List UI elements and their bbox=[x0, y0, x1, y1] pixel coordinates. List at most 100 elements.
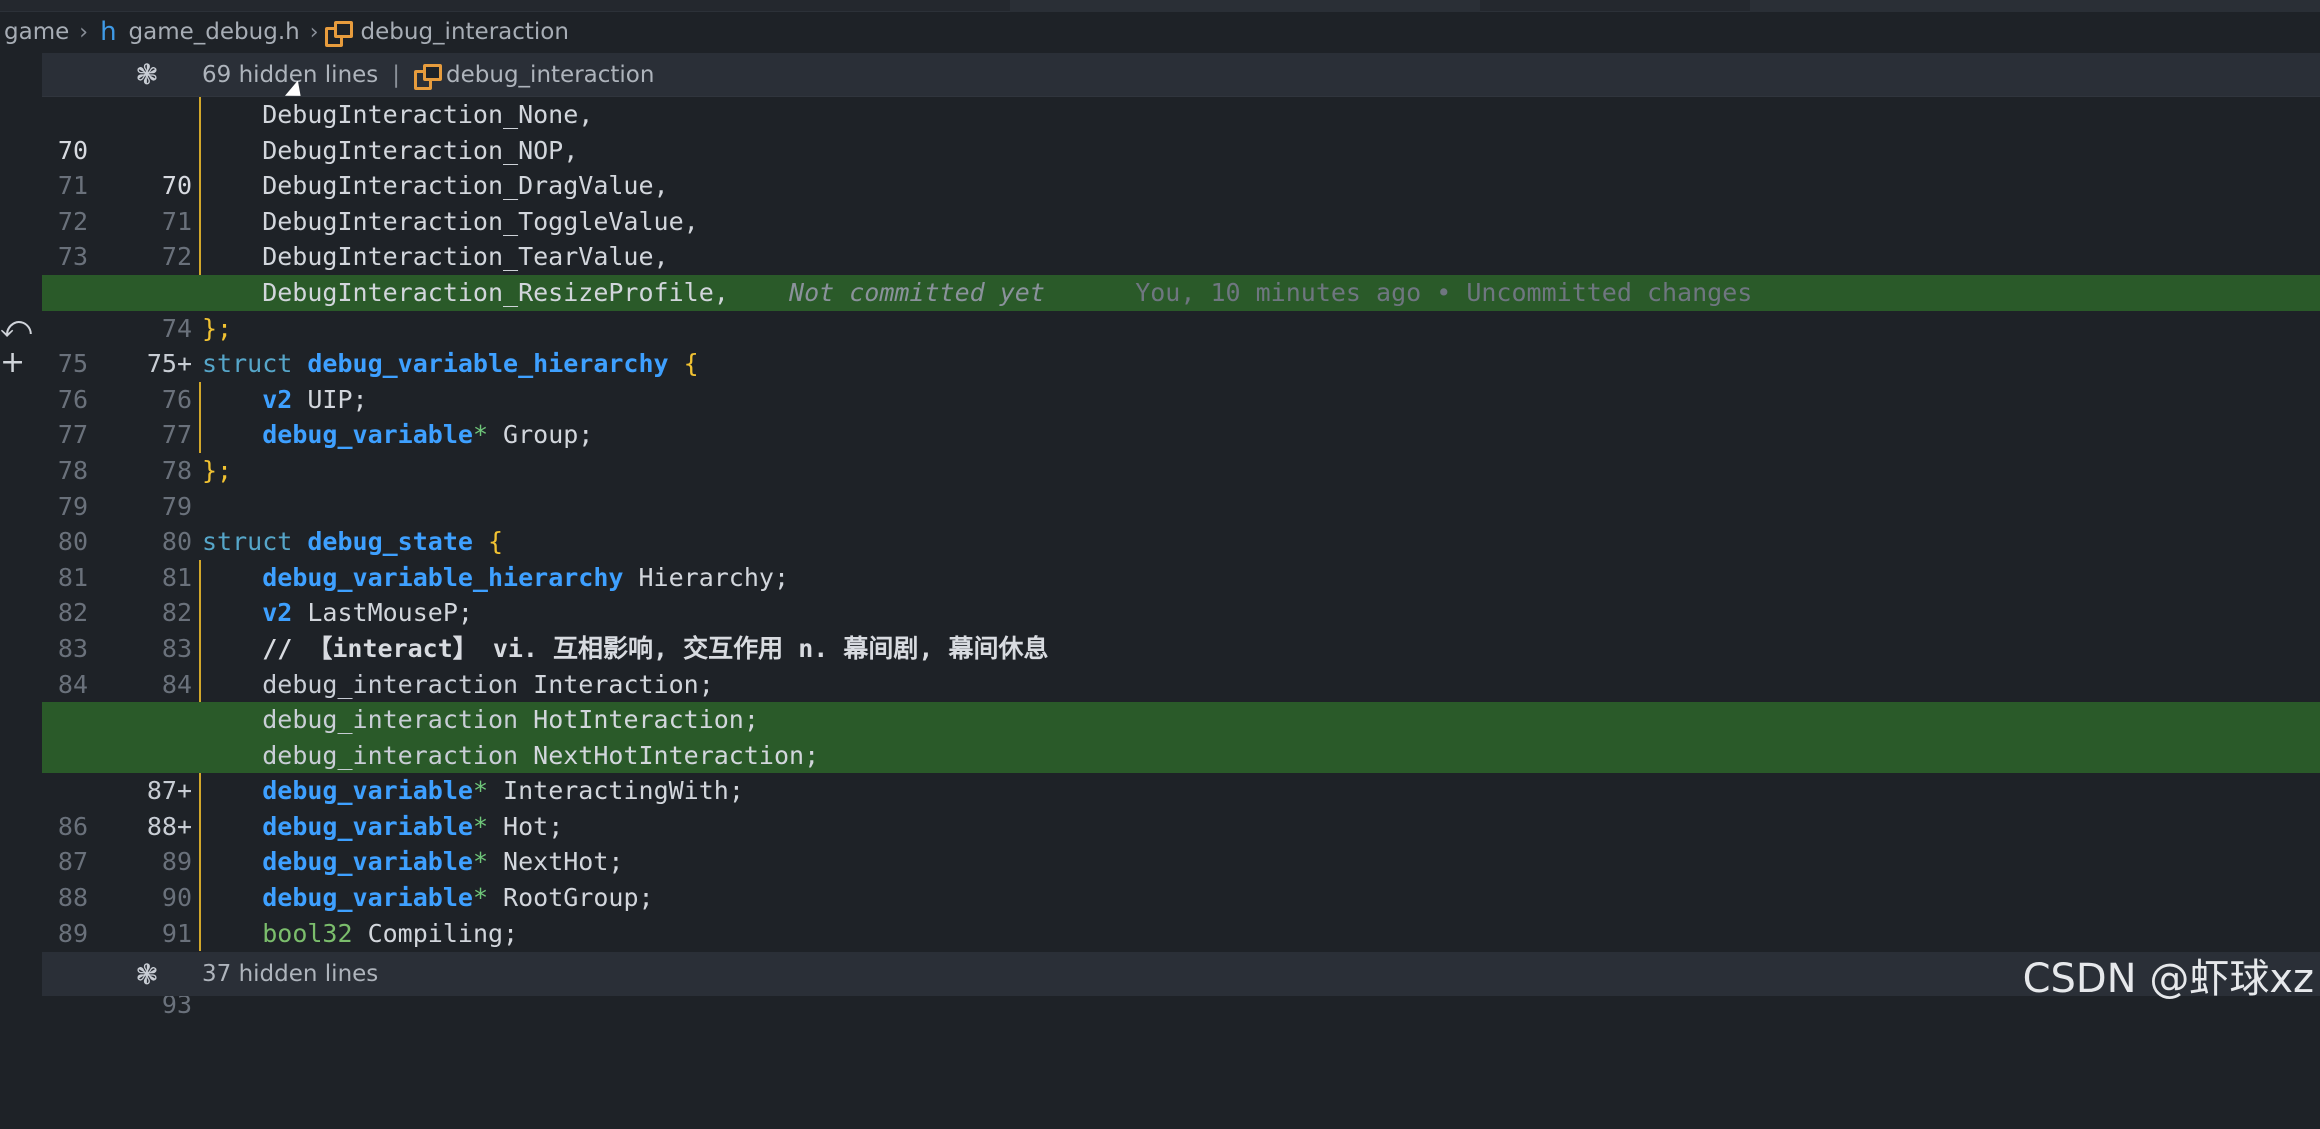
type-name: debug_variable_hierarchy bbox=[307, 349, 669, 379]
line-code: debug_variable* RootGroup; bbox=[202, 880, 654, 916]
breadcrumb: game › h game_debug.h › debug_interactio… bbox=[0, 14, 573, 50]
type-name: debug_variable bbox=[262, 883, 473, 913]
line-code: debug_variable_hierarchy Hierarchy; bbox=[202, 560, 789, 596]
type-name: debug_interaction bbox=[262, 740, 519, 770]
pointer-star: * bbox=[472, 847, 488, 877]
line-code: DebugInteraction_ResizeProfile, Not comm… bbox=[202, 275, 1752, 311]
added-bar bbox=[199, 275, 201, 311]
line-code: struct debug_variable_hierarchy { bbox=[202, 346, 699, 382]
type-name: debug_variable bbox=[262, 776, 473, 806]
type-name: debug_variable bbox=[262, 847, 473, 877]
fold-divider: | bbox=[392, 61, 401, 88]
code-line[interactable]: 73 73 DebugInteraction_ToggleValue, bbox=[42, 203, 2320, 307]
code-line[interactable]: 71 71 DebugInteraction_NOP, bbox=[42, 132, 2320, 236]
field-name: Interaction; bbox=[518, 669, 714, 699]
code-line[interactable]: 83 84 v2 LastMouseP; bbox=[42, 595, 2320, 699]
line-code: struct debug_state { bbox=[202, 524, 503, 560]
pointer-star: * bbox=[472, 420, 488, 450]
field-name: Compiling; bbox=[352, 918, 519, 948]
field-name: Hierarchy; bbox=[623, 562, 790, 592]
code-editor[interactable]: 70 70 DebugInteraction_None, 71 71 Debug… bbox=[42, 97, 2320, 1019]
hidden-lines-fold-bottom[interactable]: ❃ 37 hidden lines bbox=[42, 952, 2320, 996]
type-name: debug_variable bbox=[262, 420, 473, 450]
code-line[interactable]: 78 79 debug_variable* Group; bbox=[42, 417, 2320, 521]
line-code: v2 LastMouseP; bbox=[202, 595, 473, 631]
code-line[interactable]: 79 80 }; bbox=[42, 453, 2320, 556]
code-comment: // 【interact】 vi. 互相影响, 交互作用 n. 幕间剧, 幕间休… bbox=[262, 633, 1049, 663]
line-code: v2 UIP; bbox=[202, 382, 368, 418]
breadcrumb-symbol[interactable]: debug_interaction bbox=[357, 19, 573, 45]
chevron-right-icon: › bbox=[309, 19, 319, 45]
added-code-line[interactable]: 75+ DebugInteraction_ResizeProfile, Not … bbox=[42, 274, 2320, 378]
fold-toggle-icon[interactable]: ❃ bbox=[132, 958, 162, 991]
line-code: debug_variable* NextHot; bbox=[202, 844, 623, 880]
code-line[interactable]: 82 83 debug_variable_hierarchy Hierarchy… bbox=[42, 559, 2320, 663]
line-code: DebugInteraction_TearValue, bbox=[202, 242, 669, 272]
activity-gutter: ⤺ + bbox=[0, 55, 42, 1012]
code-line[interactable]: 85 86 debug_interaction Interaction; bbox=[42, 666, 2320, 770]
code-line[interactable]: 90 93 bool32 Compiling; bbox=[42, 915, 2320, 1019]
hidden-lines-fold-top[interactable]: ❃ 69 hidden lines | debug_interaction bbox=[42, 53, 2320, 97]
symbol-class-icon bbox=[324, 21, 353, 47]
tab-strip-segment[interactable] bbox=[1750, 0, 2320, 12]
pointer-star: * bbox=[472, 811, 488, 841]
h-file-icon: h bbox=[100, 17, 117, 47]
pointer-star: * bbox=[472, 883, 488, 913]
code-line[interactable]: 76 77 struct debug_variable_hierarchy { bbox=[42, 346, 2320, 449]
code-line[interactable]: 81 82 struct debug_state { bbox=[42, 524, 2320, 627]
hidden-lines-label: 69 hidden lines bbox=[202, 61, 379, 88]
modified-bar bbox=[199, 381, 201, 418]
field-name: InteractingWith; bbox=[488, 776, 744, 806]
fold-toggle-icon[interactable]: ❃ bbox=[132, 58, 162, 91]
code-line[interactable]: 74 74 DebugInteraction_TearValue, bbox=[42, 239, 2320, 343]
code-line[interactable]: 70 70 DebugInteraction_None, bbox=[42, 97, 2320, 200]
line-code: debug_variable* Group; bbox=[202, 417, 593, 453]
modified-bar bbox=[199, 97, 201, 133]
type-name: debug_interaction bbox=[262, 669, 519, 699]
type-name: v2 bbox=[262, 384, 293, 414]
field-name: UIP; bbox=[292, 384, 368, 414]
modified-bar bbox=[199, 880, 201, 916]
code-line[interactable]: 75 76 }; bbox=[42, 311, 2320, 414]
code-line[interactable]: 84 85 // 【interact】 vi. 互相影响, 交互作用 n. 幕间… bbox=[42, 630, 2320, 734]
add-icon[interactable]: + bbox=[0, 345, 25, 380]
code-line[interactable]: 86 89 debug_variable* InteractingWith; bbox=[42, 773, 2320, 876]
code-line[interactable]: 89 92 debug_variable* RootGroup; bbox=[42, 880, 2320, 983]
modified-bar bbox=[199, 666, 201, 703]
modified-bar bbox=[199, 595, 201, 631]
blame-details: You, 10 minutes ago • Uncommitted change… bbox=[1135, 277, 1753, 307]
closing-brace: }; bbox=[202, 313, 233, 343]
code-line[interactable]: 72 72 DebugInteraction_DragValue, bbox=[42, 168, 2320, 271]
field-name: RootGroup; bbox=[488, 883, 654, 913]
field-name: NextHot; bbox=[488, 847, 624, 877]
breadcrumb-folder[interactable]: game bbox=[0, 19, 73, 45]
code-line[interactable]: 77 78 v2 UIP; bbox=[42, 381, 2320, 485]
type-name: debug_variable_hierarchy bbox=[262, 562, 624, 592]
modified-bar bbox=[199, 417, 201, 453]
modified-bar bbox=[199, 559, 201, 596]
code-line[interactable]: 80 81 bbox=[42, 489, 2320, 592]
line-code: DebugInteraction_ToggleValue, bbox=[202, 206, 699, 236]
line-code: // 【interact】 vi. 互相影响, 交互作用 n. 幕间剧, 幕间休… bbox=[202, 631, 1048, 667]
code-line[interactable]: 87 90 debug_variable* Hot; bbox=[42, 808, 2320, 912]
keyword: struct bbox=[202, 527, 308, 557]
type-name: bool32 bbox=[262, 918, 353, 948]
pointer-star: * bbox=[472, 776, 488, 806]
code-line[interactable]: 88 91 debug_variable* NextHot; bbox=[42, 844, 2320, 948]
field-name: NextHotInteraction; bbox=[518, 740, 820, 770]
breadcrumb-file[interactable]: game_debug.h bbox=[125, 19, 304, 45]
added-code-line[interactable]: 88+ debug_interaction NextHotInteraction… bbox=[42, 737, 2320, 841]
modified-bar bbox=[199, 808, 201, 845]
type-name: debug_state bbox=[307, 527, 473, 557]
modified-bar bbox=[199, 168, 201, 204]
keyword: struct bbox=[202, 349, 308, 379]
modified-bar bbox=[199, 915, 201, 952]
type-name: v2 bbox=[262, 598, 293, 628]
added-code-line[interactable]: 87+ debug_interaction HotInteraction; bbox=[42, 702, 2320, 805]
line-code: }; bbox=[202, 453, 232, 489]
tab-strip-segment[interactable] bbox=[1010, 0, 1480, 12]
undo-icon[interactable]: ⤺ bbox=[0, 310, 32, 345]
symbol-class-icon bbox=[414, 63, 443, 90]
line-code: DebugInteraction_None, bbox=[202, 100, 594, 129]
line-code: debug_variable* InteractingWith; bbox=[202, 773, 744, 809]
